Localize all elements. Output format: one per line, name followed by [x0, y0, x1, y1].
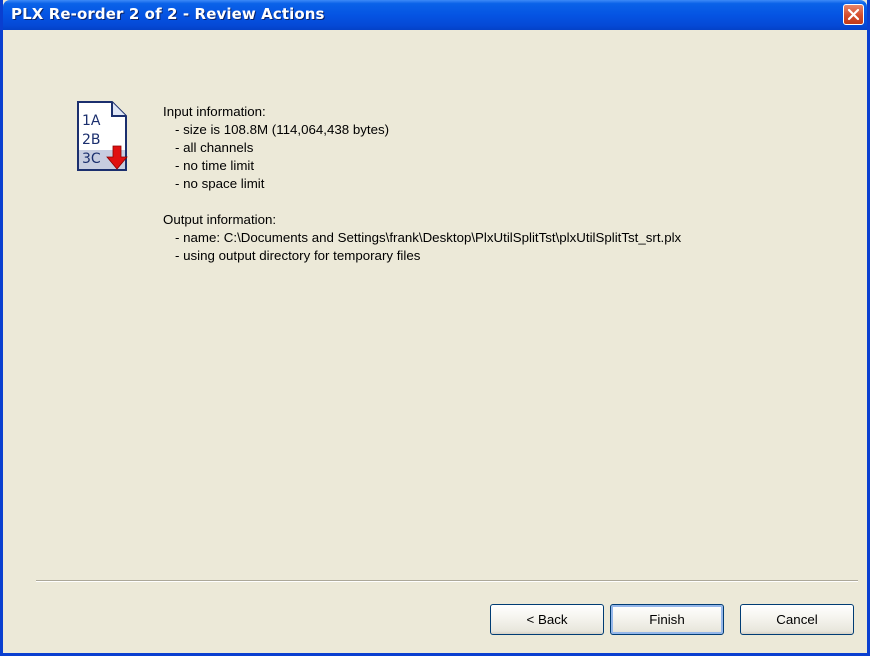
title-bar[interactable]: PLX Re-order 2 of 2 - Review Actions [3, 0, 867, 30]
close-button[interactable] [843, 4, 864, 25]
output-temp-dir-item: - using output directory for temporary f… [175, 248, 421, 263]
output-name-item: - name: C:\Documents and Settings\frank\… [175, 230, 682, 245]
button-separator [36, 580, 858, 582]
input-info-heading: Input information: [163, 104, 266, 119]
input-space-limit-item: - no space limit [175, 176, 265, 191]
input-time-limit-item: - no time limit [175, 158, 255, 173]
review-info: Input information: - size is 108.8M (114… [163, 103, 681, 265]
input-size-item: - size is 108.8M (114,064,438 bytes) [175, 122, 390, 137]
input-channels-item: - all channels [175, 140, 254, 155]
cancel-button[interactable]: Cancel [740, 604, 854, 635]
close-icon [847, 8, 860, 21]
window-title: PLX Re-order 2 of 2 - Review Actions [11, 5, 325, 23]
back-button[interactable]: < Back [490, 604, 604, 635]
reorder-document-icon: 1A 2B 3C [77, 101, 128, 171]
output-info-heading: Output information: [163, 212, 277, 227]
finish-button[interactable]: Finish [610, 604, 724, 635]
icon-line-2: 2B [82, 132, 101, 148]
icon-line-1: 1A [82, 113, 101, 129]
wizard-dialog: PLX Re-order 2 of 2 - Review Actions 1A … [0, 0, 870, 656]
icon-line-3: 3C [82, 151, 101, 167]
